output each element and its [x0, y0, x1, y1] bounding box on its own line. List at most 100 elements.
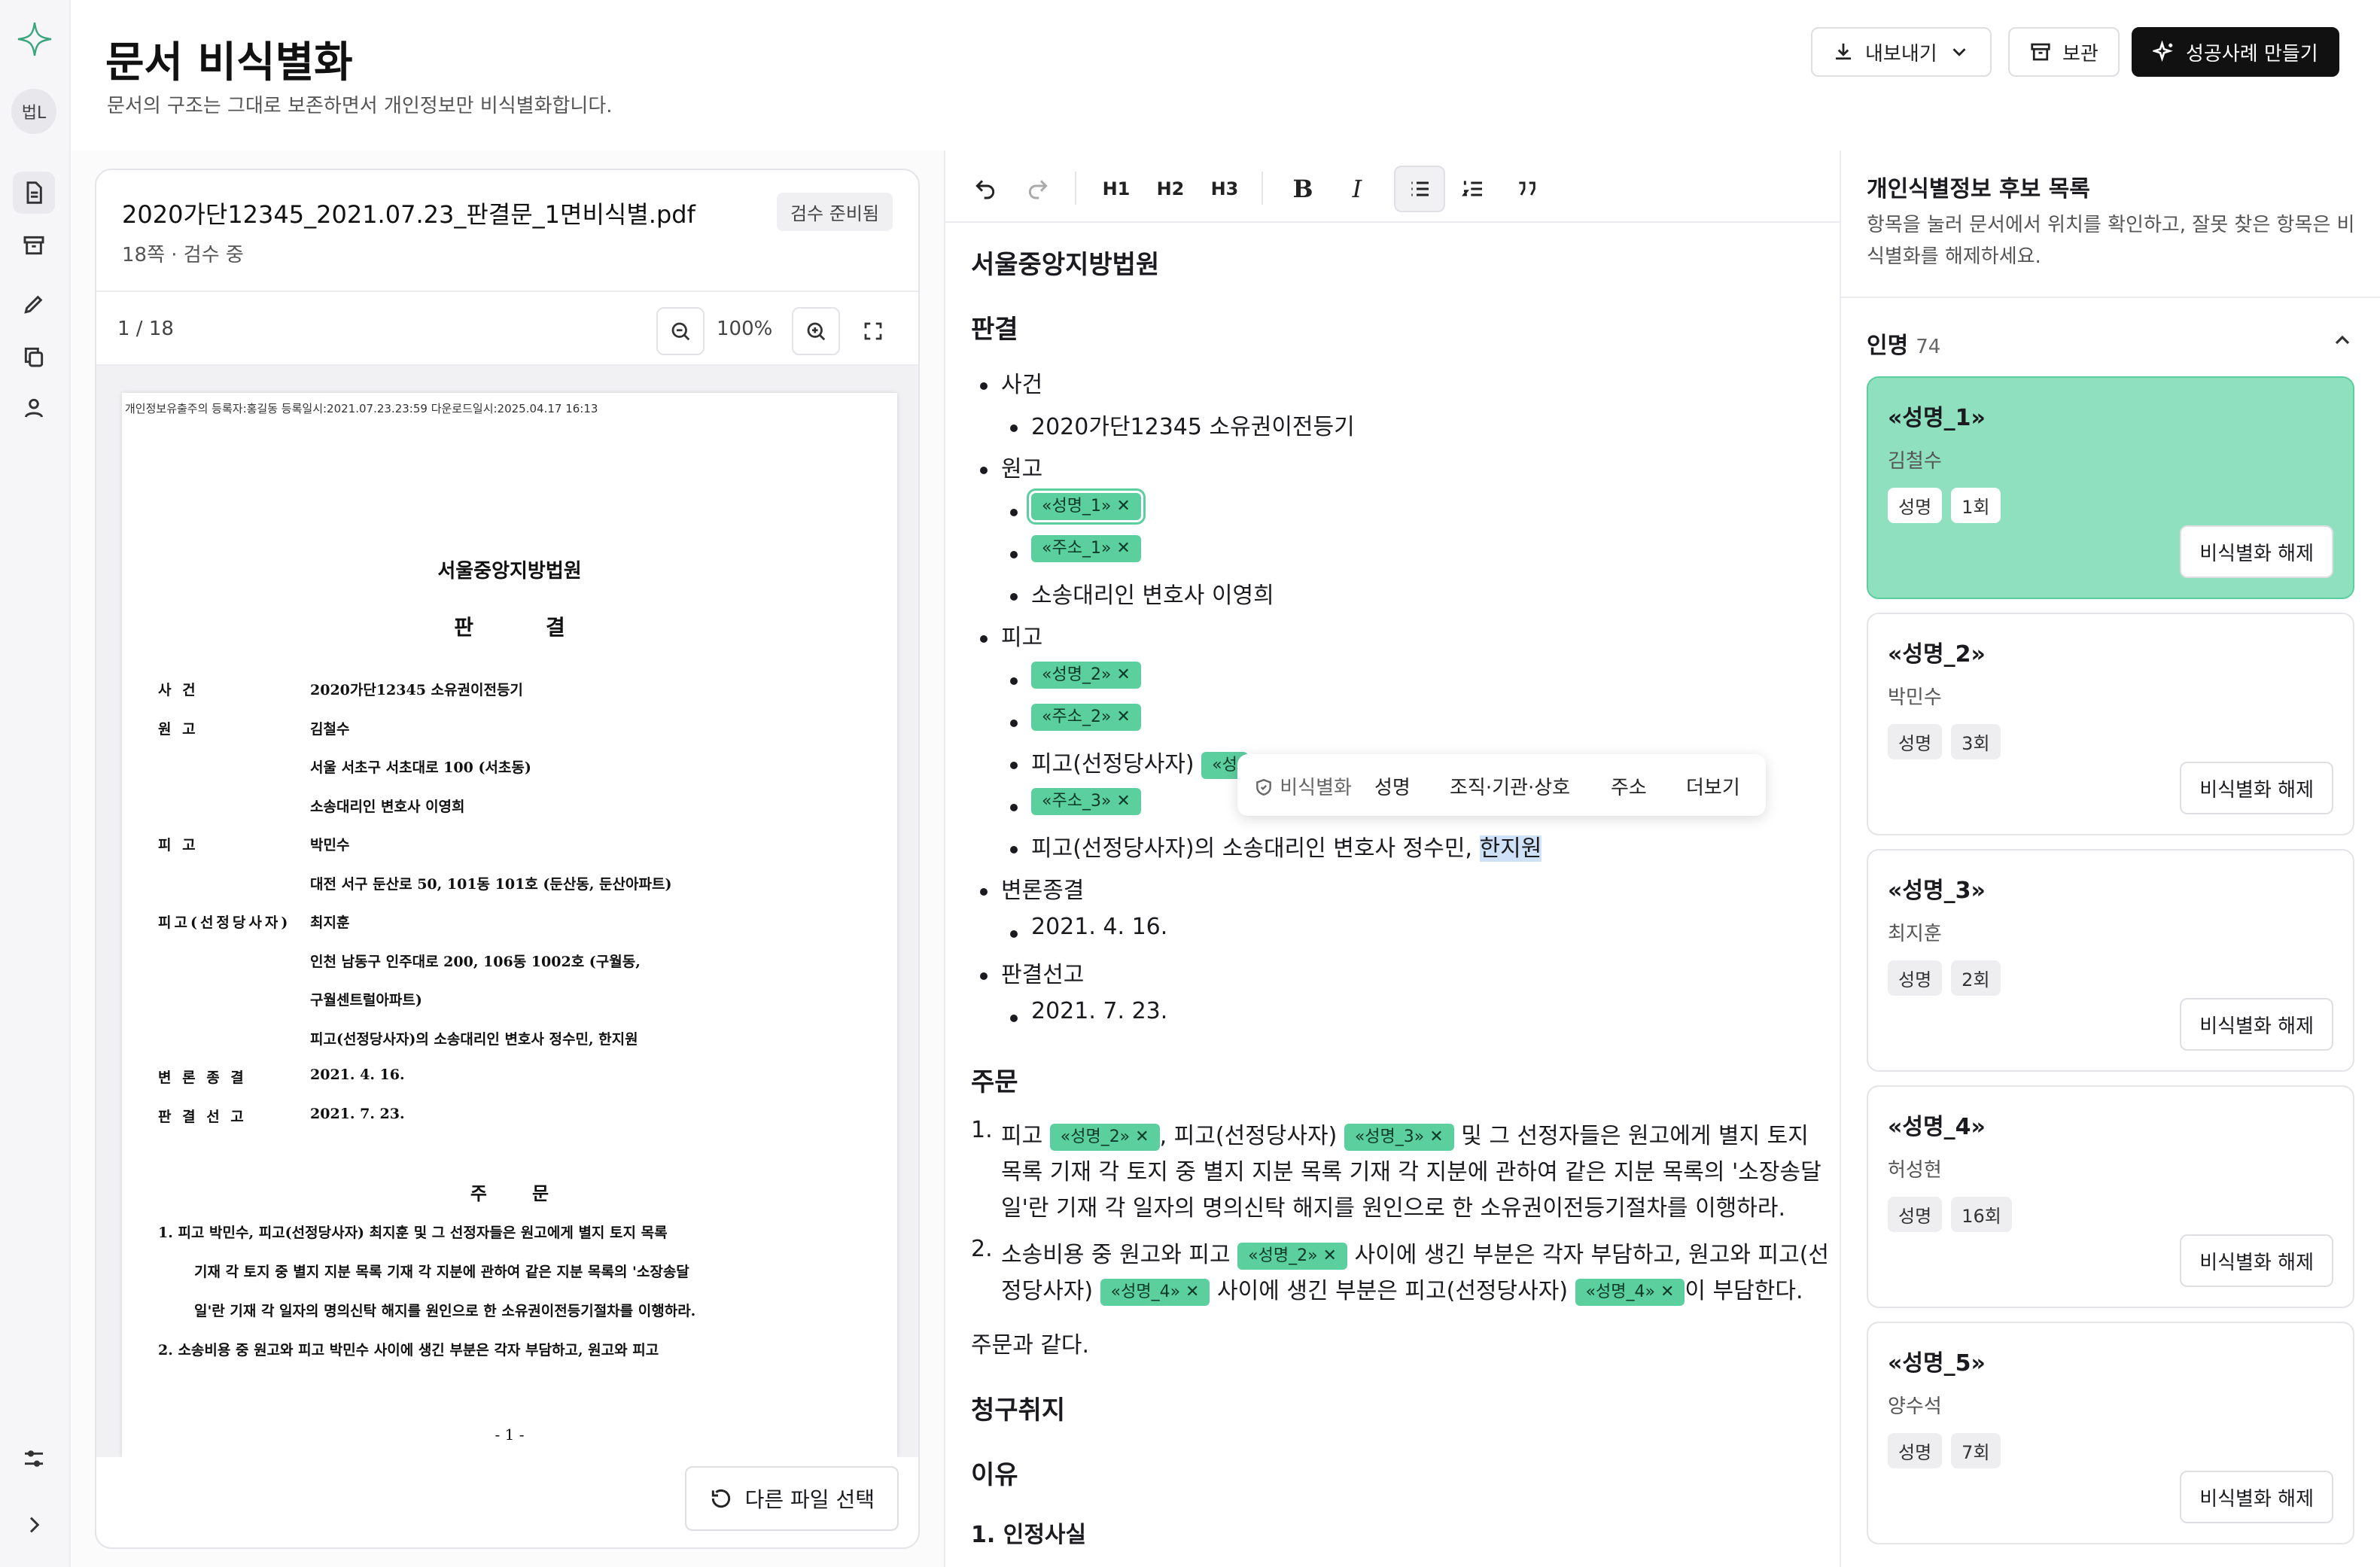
pdf-row-label: 피 고: [158, 837, 199, 853]
shield-check-icon: [1256, 778, 1271, 796]
card-original: 허성현: [1888, 1159, 1942, 1182]
list-item: 변론종결: [1001, 878, 1085, 904]
release-deidentify-button[interactable]: 비식별화 해제: [2180, 525, 2333, 578]
quote-button[interactable]: [1504, 166, 1551, 212]
pdf-judgment-title: 판결: [454, 615, 638, 640]
pii-chip[interactable]: «성명_3» ✕: [1344, 1123, 1454, 1151]
deidentify-popup: 비식별화 성명 조직·기관·상호 주소 더보기: [1237, 754, 1766, 816]
selected-text[interactable]: 한지원: [1479, 835, 1542, 862]
release-deidentify-button[interactable]: 비식별화 해제: [2180, 762, 2333, 814]
paragraph: 주문과 같다.: [971, 1332, 1090, 1359]
panel-title: 개인식별정보 후보 목록: [1867, 176, 2090, 202]
choose-other-file-button[interactable]: 다른 파일 선택: [684, 1466, 899, 1531]
order-num: 2.: [971, 1236, 993, 1262]
pii-chip[interactable]: «성명_2» ✕: [1237, 1242, 1347, 1270]
list-item: 원고: [1001, 456, 1043, 482]
refresh-icon: [711, 1489, 730, 1508]
create-success-case-button[interactable]: 성공사례 만들기: [2132, 27, 2339, 77]
download-icon: [1836, 43, 1851, 60]
popup-more-option[interactable]: 더보기: [1686, 772, 1740, 800]
chevron-up-icon[interactable]: [2330, 328, 2354, 352]
card-count-tag: 7회: [1951, 1433, 2001, 1468]
pii-chip-name-2[interactable]: «성명_2» ✕: [1031, 661, 1141, 689]
popup-address-option[interactable]: 주소: [1611, 772, 1647, 800]
nav-rail: 법L: [0, 0, 71, 1567]
pdf-row-value: 최지훈: [310, 914, 350, 931]
editor-claim-heading: 청구취지: [971, 1395, 1066, 1426]
bold-button[interactable]: B: [1280, 166, 1326, 212]
pdf-page: 개인정보유출주의 등록자:홍길동 등록일시:2021.07.23.23:59 다…: [122, 393, 897, 1457]
pii-chip-addr-2[interactable]: «주소_2» ✕: [1031, 703, 1141, 731]
pii-candidate-card[interactable]: «성명_4» 허성현 성명 16회 비식별화 해제: [1867, 1085, 2354, 1308]
pii-chip[interactable]: «성명_2» ✕: [1049, 1123, 1160, 1151]
redo-button[interactable]: [1015, 166, 1061, 212]
pdf-row-value: 대전 서구 둔산로 50, 101동 101호 (둔산동, 둔산아파트): [310, 875, 672, 893]
page-title: 문서 비식별화: [105, 38, 353, 87]
section-person[interactable]: 인명 74: [1867, 327, 1940, 360]
card-count-tag: 3회: [1951, 724, 2001, 759]
italic-button[interactable]: I: [1334, 166, 1380, 212]
nav-archive-icon[interactable]: [13, 224, 55, 266]
fullscreen-icon: [864, 322, 882, 340]
order-item-1-line3: 일'란 기재 각 일자의 명의신탁 해지를 원인으로 한 소유권이전등기절차를 …: [1001, 1195, 1786, 1222]
settings-sliders-icon[interactable]: [13, 1438, 55, 1480]
pii-candidate-card[interactable]: «성명_3» 최지훈 성명 2회 비식별화 해제: [1867, 849, 2354, 1072]
card-token: «성명_1»: [1888, 405, 1986, 431]
sparkle-logo-icon[interactable]: [15, 20, 54, 59]
sparkles-icon: [2153, 41, 2173, 62]
heading1-button[interactable]: H1: [1093, 166, 1140, 212]
pdf-row-label: 변 론 종 결: [158, 1070, 247, 1086]
popup-name-option[interactable]: 성명: [1374, 772, 1411, 800]
pii-candidate-card[interactable]: «성명_2» 박민수 성명 3회 비식별화 해제: [1867, 613, 2354, 835]
heading3-button[interactable]: H3: [1201, 166, 1248, 212]
release-deidentify-button[interactable]: 비식별화 해제: [2180, 998, 2333, 1051]
pdf-row-value: 2021. 7. 23.: [310, 1105, 405, 1122]
popup-label: 비식별화: [1254, 772, 1352, 800]
order-num: 1.: [971, 1117, 993, 1143]
pdf-row-value: 소송대리인 변호사 이영희: [310, 798, 465, 815]
pii-chip-name-1[interactable]: «성명_1» ✕: [1031, 492, 1141, 520]
pii-chip-addr-3[interactable]: «주소_3» ✕: [1031, 787, 1141, 815]
release-deidentify-button[interactable]: 비식별화 해제: [2180, 1234, 2333, 1287]
list-item: 피고(선정당사자) «성: [1031, 745, 1248, 779]
heading2-button[interactable]: H2: [1147, 166, 1194, 212]
pii-candidate-card[interactable]: «성명_5» 양수석 성명 7회 비식별화 해제: [1867, 1322, 2354, 1544]
nav-pen-icon[interactable]: [13, 283, 55, 325]
undo-button[interactable]: [962, 166, 1009, 212]
nav-user-icon[interactable]: [13, 387, 55, 429]
user-avatar[interactable]: 법L: [11, 89, 56, 134]
pdf-row-value: 피고(선정당사자)의 소송대리인 변호사 정수민, 한지원: [310, 1030, 638, 1048]
pdf-canvas[interactable]: 개인정보유출주의 등록자:홍길동 등록일시:2021.07.23.23:59 다…: [96, 366, 918, 1457]
pii-chip-addr-1[interactable]: «주소_1» ✕: [1031, 534, 1141, 562]
archive-icon: [2031, 43, 2050, 61]
expand-chevron-icon[interactable]: [13, 1504, 55, 1546]
bullet-list-button[interactable]: [1394, 166, 1445, 212]
card-count-tag: 2회: [1951, 960, 2001, 996]
zoom-out-button[interactable]: [656, 307, 705, 355]
ordered-list-icon: [1462, 181, 1482, 196]
file-name: 2020가단12345_2021.07.23_판결문_1면비식별.pdf: [122, 200, 695, 229]
archive-button[interactable]: 보관: [2008, 27, 2120, 77]
order-item-2-line2: 정당사자) «성명_4» ✕ 사이에 생긴 부분은 피고(선정당사자) «성명_…: [1001, 1278, 1803, 1306]
pii-candidate-card[interactable]: «성명_1» 김철수 성명 1회 비식별화 해제: [1867, 376, 2354, 599]
editor-judgment-heading: 판결: [971, 315, 1018, 345]
status-badge: 검수 준비됨: [776, 193, 893, 231]
card-original: 박민수: [1888, 686, 1942, 709]
release-deidentify-button[interactable]: 비식별화 해제: [2180, 1471, 2333, 1523]
card-token: «성명_5»: [1888, 1350, 1986, 1377]
redo-icon: [1028, 180, 1048, 199]
export-button[interactable]: 내보내기: [1811, 27, 1992, 77]
pdf-order-line: 2. 소송비용 중 원고와 피고 박민수 사이에 생긴 부분은 각자 부담하고,…: [158, 1342, 659, 1359]
pii-chip[interactable]: «성명_4» ✕: [1575, 1278, 1685, 1306]
fullscreen-button[interactable]: [849, 307, 897, 355]
nav-copy-icon[interactable]: [13, 336, 55, 378]
nav-document-icon[interactable]: [13, 172, 55, 214]
zoom-in-button[interactable]: [792, 307, 840, 355]
card-count-tag: 1회: [1951, 488, 2001, 523]
pdf-court: 서울중앙지방법원: [437, 560, 582, 583]
popup-org-option[interactable]: 조직·기관·상호: [1450, 772, 1570, 800]
ordered-list-button[interactable]: [1450, 166, 1496, 212]
pii-chip[interactable]: «성명_4» ✕: [1100, 1278, 1210, 1306]
pdf-row-value: 2021. 4. 16.: [310, 1066, 405, 1083]
pdf-row-label: 원 고: [158, 720, 199, 738]
